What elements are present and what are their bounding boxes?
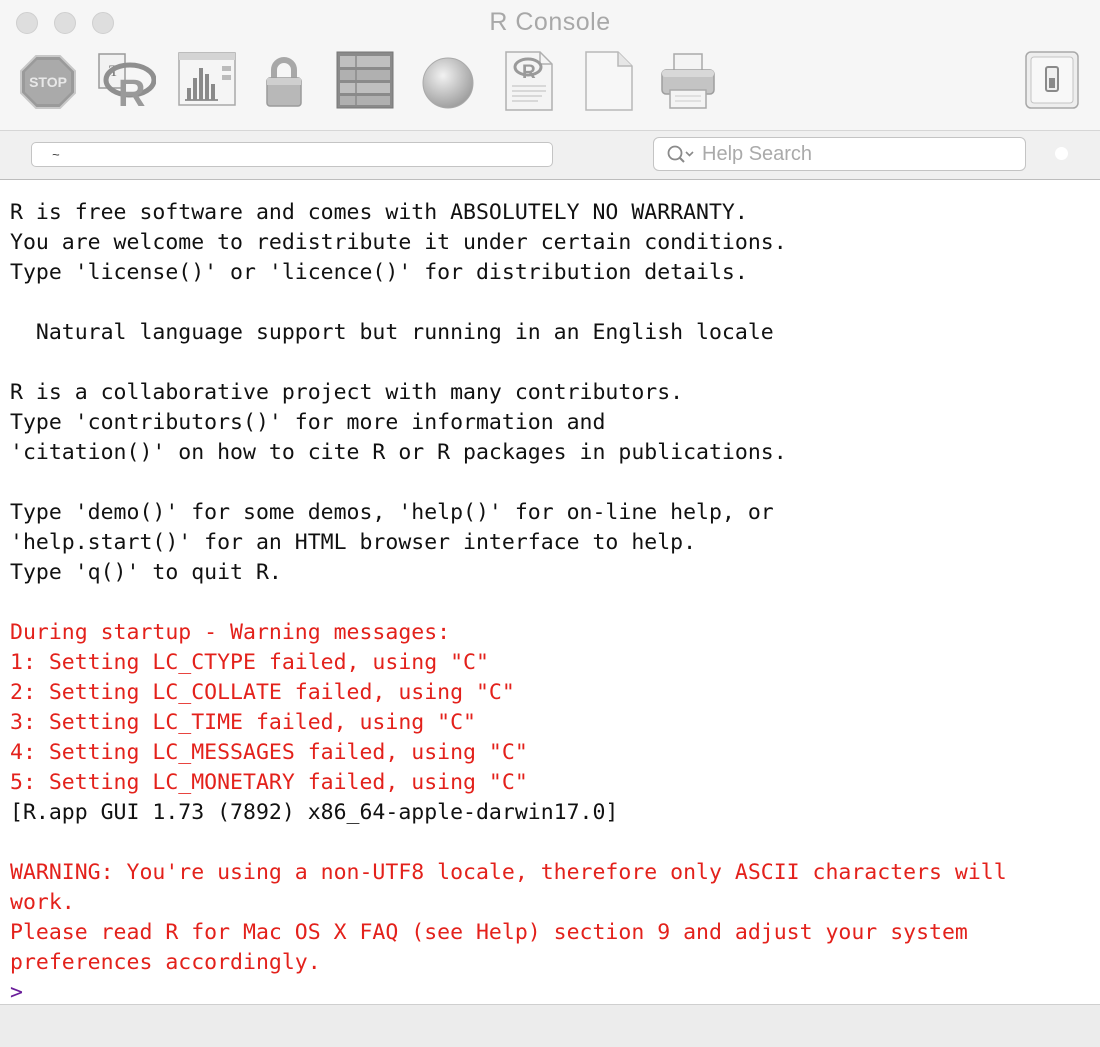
print-button[interactable] [658, 50, 718, 112]
status-footer [0, 1004, 1100, 1047]
quartz-button[interactable] [176, 50, 236, 112]
search-icon [667, 145, 694, 163]
r-document-icon: R [505, 51, 553, 111]
console-line: You are welcome to redistribute it under… [10, 230, 787, 255]
lock-button[interactable] [254, 50, 314, 112]
svg-text:STOP: STOP [29, 74, 67, 90]
console-line: 'help.start()' for an HTML browser inter… [10, 530, 697, 555]
help-search-input[interactable] [702, 142, 1002, 166]
console-warning-line: 5: Setting LC_MONETARY failed, using "C" [10, 770, 528, 795]
window-toolbar: R Console STOP .T R R [0, 0, 1100, 131]
svg-text:R: R [522, 62, 536, 83]
console-line: Type 'contributors()' for more informati… [10, 410, 606, 435]
workspace-list-icon [336, 51, 394, 109]
printer-icon [661, 53, 715, 109]
working-directory-bar: ~ [0, 131, 1100, 180]
console-line: Type 'demo()' for some demos, 'help()' f… [10, 500, 774, 525]
console-warning-line: 1: Setting LC_CTYPE failed, using "C" [10, 650, 489, 675]
console-warning-line: During startup - Warning messages: [10, 620, 451, 645]
open-document-button[interactable]: R [498, 50, 558, 112]
console-warning-line: 3: Setting LC_TIME failed, using "C" [10, 710, 476, 735]
workspace-button[interactable] [334, 50, 394, 112]
color-button[interactable] [418, 50, 478, 112]
console-warning-line: WARNING: You're using a non-UTF8 locale,… [10, 860, 1007, 885]
help-search-box[interactable] [653, 137, 1026, 171]
source-r-icon: .T R [98, 53, 156, 112]
console-line: [R.app GUI 1.73 (7892) x86_64-apple-darw… [10, 800, 619, 825]
console-line: Type 'license()' or 'licence()' for dist… [10, 260, 748, 285]
console-warning-line: preferences accordingly. [10, 950, 321, 975]
console-line: Type 'q()' to quit R. [10, 560, 282, 585]
console-warning-line: 4: Setting LC_MESSAGES failed, using "C" [10, 740, 528, 765]
quartz-chart-icon [178, 52, 236, 106]
svg-text:R: R [118, 73, 145, 112]
stop-icon: STOP [20, 55, 76, 109]
console-line: R is a collaborative project with many c… [10, 380, 684, 405]
lock-icon [266, 57, 302, 107]
console-line: R is free software and comes with ABSOLU… [10, 200, 748, 225]
new-document-button[interactable] [578, 50, 638, 112]
console-warning-line: Please read R for Mac OS X FAQ (see Help… [10, 920, 968, 945]
console-warning-line: 2: Setting LC_COLLATE failed, using "C" [10, 680, 515, 705]
drawer-toggle-icon [1025, 51, 1079, 109]
window-title: R Console [489, 8, 611, 36]
console-warning-line: work. [10, 890, 75, 915]
stop-button[interactable]: STOP [18, 50, 78, 112]
console-output[interactable]: R is free software and comes with ABSOLU… [10, 198, 1095, 1008]
blank-document-icon [585, 51, 633, 111]
console-line: Natural language support but running in … [10, 320, 774, 345]
console-line: 'citation()' on how to cite R or R packa… [10, 440, 787, 465]
source-script-button[interactable]: .T R [96, 50, 156, 112]
status-indicator [1055, 147, 1068, 160]
drawer-toggle-button[interactable] [1022, 50, 1082, 112]
sphere-icon [422, 57, 474, 109]
working-directory-field[interactable]: ~ [31, 142, 553, 167]
